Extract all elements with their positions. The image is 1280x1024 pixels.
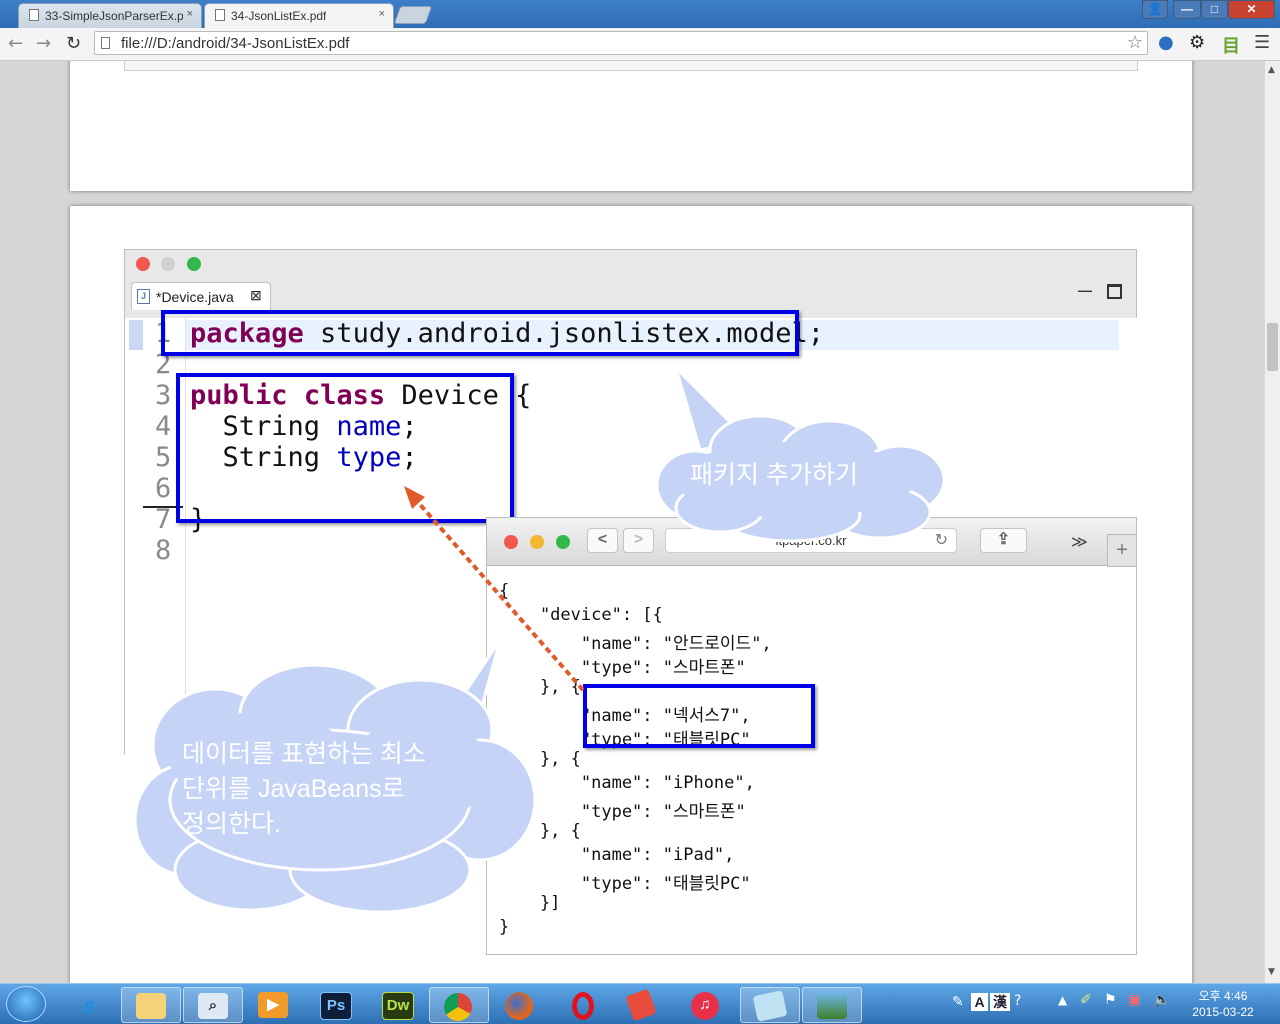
callout-javabeans-text: 데이터를 표현하는 최소 단위를 JavaBeans로 정의한다.	[182, 740, 426, 838]
dreamweaver-glyph: Dw	[382, 992, 414, 1020]
network-icon[interactable]: ▣	[1128, 992, 1141, 1008]
chrome-glyph	[444, 993, 472, 1021]
notepad-glyph	[752, 990, 788, 1022]
clock-date: 2015-03-22	[1192, 1005, 1254, 1019]
paint-glyph	[625, 988, 657, 1022]
vertical-scrollbar[interactable]: ▲ ▼	[1264, 61, 1280, 983]
windows-start-icon[interactable]	[6, 986, 46, 1022]
ime-tool-icon[interactable]: ✎	[952, 994, 964, 1010]
scrollbar-thumb[interactable]	[1267, 323, 1278, 371]
callout-package-text: 패키지 추가하기	[690, 461, 858, 489]
ime-mode-hanja[interactable]: 漢	[990, 993, 1010, 1011]
magnifier-glyph: ⌕	[198, 993, 228, 1019]
opera-glyph	[572, 992, 594, 1020]
itunes-icon[interactable]: ♫	[677, 987, 737, 1023]
file-explorer-icon[interactable]	[121, 987, 181, 1023]
media-player-icon[interactable]: ▶	[244, 987, 304, 1023]
taskbar-clock[interactable]: 오후 4:46 2015-03-22	[1186, 988, 1260, 1020]
volume-icon[interactable]: 🔈	[1153, 992, 1170, 1008]
photoshop-icon[interactable]: Ps	[306, 987, 366, 1023]
paint-icon[interactable]	[615, 987, 675, 1023]
itunes-glyph: ♫	[691, 992, 719, 1020]
search-tool-icon[interactable]: ⌕	[183, 987, 243, 1023]
image-viewer-icon[interactable]	[802, 987, 862, 1023]
internet-explorer-icon[interactable]: e	[60, 987, 120, 1023]
usb-icon[interactable]: ✐	[1080, 992, 1092, 1008]
notepad-icon[interactable]	[740, 987, 800, 1023]
ime-mode-a[interactable]: A	[971, 993, 988, 1011]
image-glyph	[817, 993, 847, 1019]
dreamweaver-icon[interactable]: Dw	[368, 987, 428, 1023]
flag-icon[interactable]: ⚑	[1104, 992, 1117, 1008]
firefox-glyph	[505, 992, 533, 1020]
chrome-icon[interactable]	[429, 987, 489, 1023]
ie-glyph: e	[83, 990, 95, 1019]
scroll-down-arrow-icon[interactable]: ▼	[1268, 967, 1275, 977]
scroll-up-arrow-icon[interactable]: ▲	[1268, 65, 1275, 75]
folder-glyph	[136, 993, 166, 1019]
show-hidden-icons[interactable]: ▲	[1058, 993, 1067, 1007]
photoshop-glyph: Ps	[320, 992, 352, 1020]
callout-clouds	[133, 366, 946, 914]
firefox-icon[interactable]	[491, 987, 551, 1023]
clock-time: 오후 4:46	[1198, 989, 1248, 1003]
windows-taskbar: e ⌕ ▶ Ps Dw ♫ ✎ A 漢 ? ▲ ✐ ⚑ ▣ 🔈	[0, 983, 1280, 1024]
opera-icon[interactable]	[553, 987, 613, 1023]
help-icon[interactable]: ?	[1014, 993, 1021, 1009]
play-glyph: ▶	[258, 992, 288, 1018]
